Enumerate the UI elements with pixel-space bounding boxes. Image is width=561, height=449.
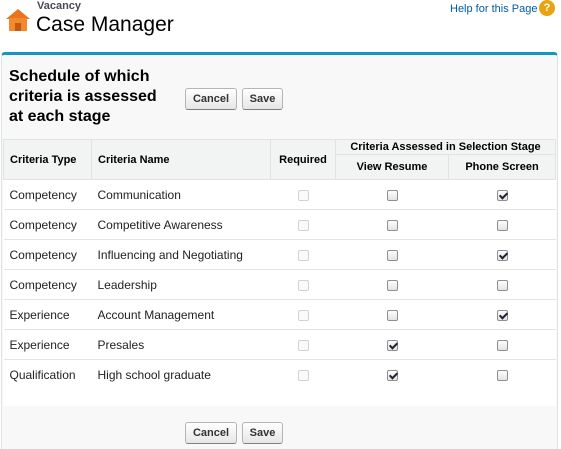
table-row: Competency Competitive Awareness [3, 209, 556, 240]
phone-screen-checkbox-cell [448, 329, 556, 360]
schedule-panel: Schedule of which criteria is assessed a… [1, 52, 558, 449]
view-resume-checkbox[interactable] [386, 219, 398, 231]
required-checkbox [297, 279, 309, 291]
phone-screen-checkbox-cell [448, 359, 556, 390]
criteria-table: Criteria Type Criteria Name Required Cri… [3, 139, 556, 390]
required-checkbox-cell [270, 179, 336, 210]
phone-screen-checkbox[interactable] [496, 189, 508, 201]
view-resume-checkbox-cell [335, 299, 449, 330]
phone-screen-checkbox[interactable] [496, 369, 508, 381]
required-checkbox-cell [270, 359, 336, 390]
page-eyebrow: Vacancy [37, 0, 82, 12]
criteria-type-cell: Competency [3, 179, 92, 210]
table-row: Competency Influencing and Negotiating [3, 239, 556, 270]
phone-screen-checkbox[interactable] [496, 339, 508, 351]
phone-screen-checkbox[interactable] [496, 219, 508, 231]
view-resume-checkbox-cell [335, 269, 449, 300]
table-row: Competency Leadership [3, 269, 556, 300]
criteria-name-cell: High school graduate [91, 359, 271, 390]
criteria-name-cell: Competitive Awareness [91, 209, 271, 240]
criteria-type-cell: Competency [3, 209, 92, 240]
required-checkbox-cell [270, 239, 336, 270]
view-resume-checkbox[interactable] [386, 279, 398, 291]
view-resume-checkbox[interactable] [386, 339, 398, 351]
required-checkbox [297, 189, 309, 201]
table-row: Experience Account Management [3, 299, 556, 330]
header-criteria-name: Criteria Name [91, 139, 271, 180]
save-button-top[interactable]: Save [242, 88, 283, 110]
required-checkbox-cell [270, 329, 336, 360]
required-checkbox [297, 369, 309, 381]
phone-screen-checkbox[interactable] [496, 279, 508, 291]
cancel-button-bottom[interactable]: Cancel [185, 422, 237, 444]
header-view-resume: View Resume [335, 154, 449, 180]
criteria-type-cell: Competency [3, 269, 92, 300]
required-checkbox-cell [270, 299, 336, 330]
required-checkbox [297, 339, 309, 351]
criteria-type-cell: Experience [3, 299, 92, 330]
case-manager-icon [6, 9, 30, 31]
phone-screen-checkbox-cell [448, 179, 556, 210]
phone-screen-checkbox-cell [448, 269, 556, 300]
criteria-name-cell: Account Management [91, 299, 271, 330]
criteria-rows: Competency Communication Competency Competi… [3, 179, 556, 390]
cancel-button-top[interactable]: Cancel [185, 88, 237, 110]
header-phone-screen: Phone Screen [448, 154, 556, 180]
help-icon[interactable]: ? [539, 0, 555, 16]
phone-screen-checkbox[interactable] [496, 309, 508, 321]
header-selection-stage: Criteria Assessed in Selection Stage [335, 139, 556, 155]
view-resume-checkbox-cell [335, 209, 449, 240]
criteria-type-cell: Experience [3, 329, 92, 360]
criteria-name-cell: Communication [91, 179, 271, 210]
view-resume-checkbox[interactable] [386, 309, 398, 321]
required-checkbox-cell [270, 209, 336, 240]
phone-screen-checkbox-cell [448, 299, 556, 330]
required-checkbox-cell [270, 269, 336, 300]
save-button-bottom[interactable]: Save [242, 422, 283, 444]
phone-screen-checkbox[interactable] [496, 249, 508, 261]
table-row: Competency Communication [3, 179, 556, 210]
view-resume-checkbox[interactable] [386, 249, 398, 261]
table-row: Experience Presales [3, 329, 556, 360]
view-resume-checkbox-cell [335, 359, 449, 390]
view-resume-checkbox[interactable] [386, 369, 398, 381]
view-resume-checkbox[interactable] [386, 189, 398, 201]
criteria-name-cell: Presales [91, 329, 271, 360]
required-checkbox [297, 219, 309, 231]
phone-screen-checkbox-cell [448, 239, 556, 270]
panel-title: Schedule of which criteria is assessed a… [9, 68, 157, 125]
required-checkbox [297, 249, 309, 261]
table-footer [3, 386, 556, 406]
criteria-type-cell: Qualification [3, 359, 92, 390]
view-resume-checkbox-cell [335, 239, 449, 270]
criteria-name-cell: Influencing and Negotiating [91, 239, 271, 270]
header-required: Required [270, 139, 336, 180]
view-resume-checkbox-cell [335, 329, 449, 360]
header-criteria-type: Criteria Type [3, 139, 92, 180]
help-link[interactable]: Help for this Page [450, 3, 537, 15]
criteria-name-cell: Leadership [91, 269, 271, 300]
page-title: Case Manager [36, 13, 174, 36]
required-checkbox [297, 309, 309, 321]
criteria-type-cell: Competency [3, 239, 92, 270]
view-resume-checkbox-cell [335, 179, 449, 210]
phone-screen-checkbox-cell [448, 209, 556, 240]
table-row: Qualification High school graduate [3, 359, 556, 390]
